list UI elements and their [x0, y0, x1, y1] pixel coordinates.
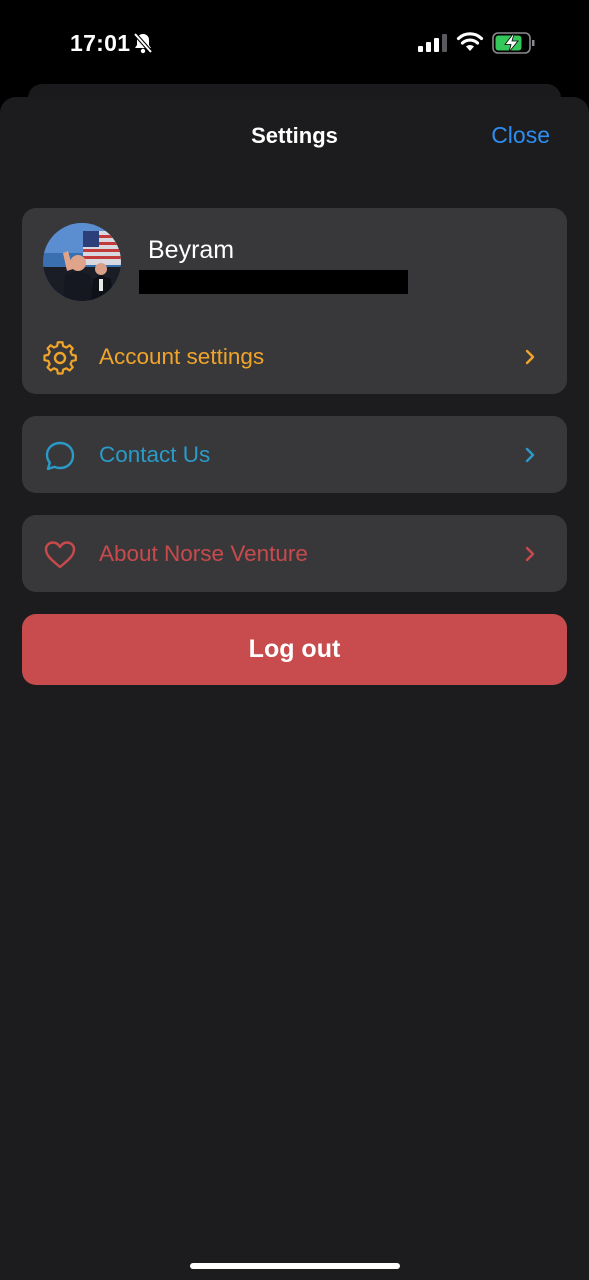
account-settings-row[interactable]: Account settings — [22, 326, 567, 386]
chat-bubble-icon — [45, 441, 75, 471]
contact-us-card: Contact Us — [22, 416, 567, 493]
contact-us-label: Contact Us — [99, 442, 211, 467]
cellular-signal-icon — [418, 34, 447, 52]
user-name: Beyram — [148, 236, 235, 264]
bell-slash-icon — [133, 32, 153, 54]
heart-icon — [44, 541, 76, 569]
about-card: About Norse Venture — [22, 515, 567, 592]
logout-button[interactable]: Log out — [22, 614, 567, 685]
flag-shape — [83, 231, 121, 265]
battery-charging-icon — [492, 32, 535, 54]
wifi-icon — [456, 32, 484, 51]
redacted-email-bar — [139, 270, 408, 294]
about-label: About Norse Venture — [99, 541, 308, 566]
chevron-right-icon — [525, 447, 535, 463]
contact-us-row[interactable]: Contact Us — [22, 424, 567, 484]
home-indicator[interactable] — [190, 1263, 400, 1269]
status-time: 17:01 — [70, 30, 131, 56]
chevron-right-icon — [525, 546, 535, 562]
account-settings-label: Account settings — [99, 344, 265, 369]
about-row[interactable]: About Norse Venture — [22, 523, 567, 583]
avatar[interactable] — [43, 223, 121, 301]
status-bar: 17:01 — [0, 0, 589, 86]
gear-icon — [43, 341, 77, 375]
profile-card: Beyram Account settings — [22, 208, 567, 394]
chevron-right-icon — [525, 349, 535, 365]
close-button[interactable]: Close — [491, 122, 550, 149]
